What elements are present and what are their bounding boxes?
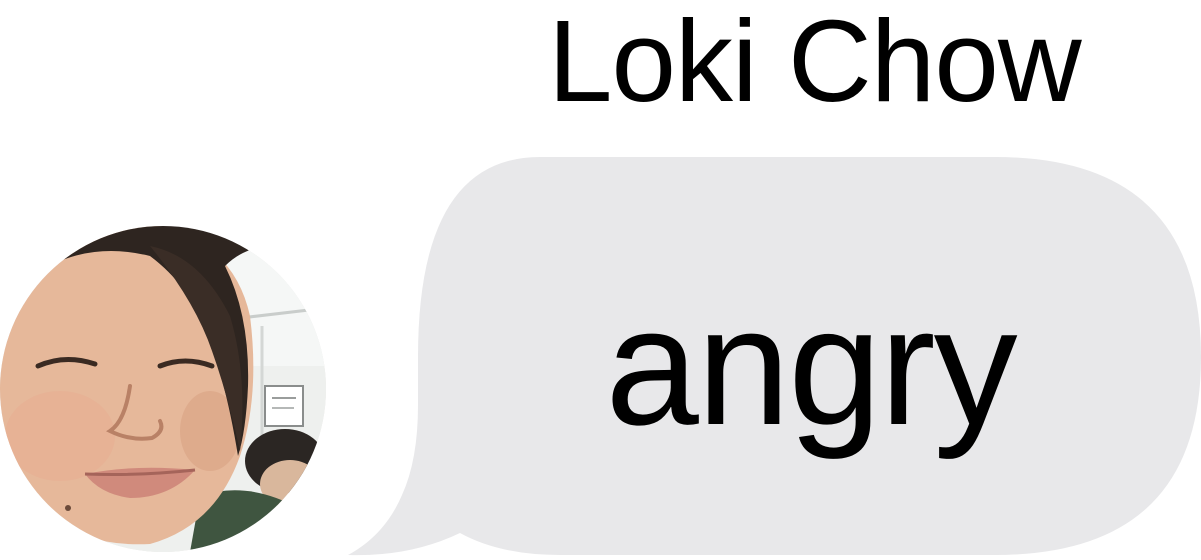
message-text: angry (605, 272, 1017, 460)
avatar[interactable] (0, 226, 326, 552)
message-bubble[interactable]: angry (340, 155, 1201, 560)
avatar-photo (0, 226, 326, 552)
sender-name: Loki Chow (548, 0, 1082, 126)
